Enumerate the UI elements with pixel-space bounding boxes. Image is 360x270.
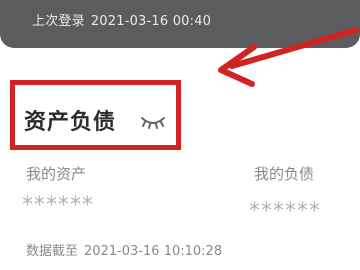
data-as-of-label: 数据截至: [26, 244, 79, 259]
my-liabilities-hidden-value: ******: [249, 199, 321, 224]
last-login-time: 2021-03-16 00:40: [90, 14, 212, 29]
closed-eye-icon[interactable]: [139, 114, 167, 132]
last-login-label: 上次登录: [32, 14, 85, 29]
my-liabilities-label: 我的负债: [254, 165, 315, 183]
data-timestamp: 数据截至 2021-03-16 10:10:28: [26, 240, 222, 259]
my-assets-label: 我的资产: [26, 165, 87, 183]
my-assets-hidden-value: ******: [22, 193, 94, 218]
assets-liabilities-title: 资产负债: [24, 110, 117, 135]
account-header: 上次登录 2021-03-16 00:40: [0, 0, 360, 48]
asset-summary-page: 上次登录 2021-03-16 00:40 资产负债 我的资产 我的负债 ****…: [0, 0, 360, 270]
last-login-info: 上次登录 2021-03-16 00:40: [32, 10, 211, 29]
data-as-of-time: 2021-03-16 10:10:28: [84, 244, 223, 259]
